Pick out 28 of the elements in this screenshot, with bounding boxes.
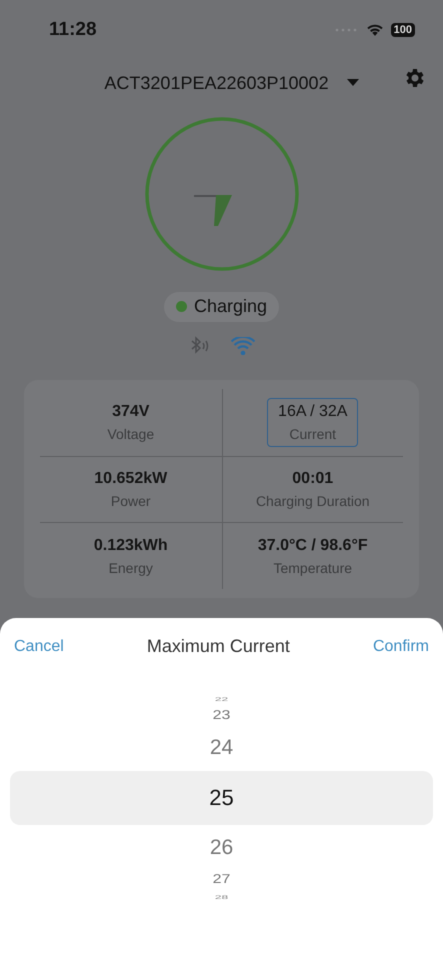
cancel-button[interactable]: Cancel [14, 638, 64, 656]
confirm-button[interactable]: Confirm [372, 638, 429, 656]
stat-value: 10.652kW [94, 470, 168, 488]
picker-option[interactable]: 23 [212, 707, 230, 725]
caret-icon[interactable] [346, 79, 359, 87]
stat-label: Voltage [107, 426, 154, 442]
stat-label: Energy [108, 560, 153, 576]
stat-value: 374V [112, 402, 150, 421]
stat-label: Power [110, 492, 151, 509]
picker-option[interactable]: 27 [212, 871, 230, 889]
stat-value: 0.123kWh [94, 536, 168, 555]
stat-label: Current [289, 426, 336, 442]
sheet-title: Maximum Current [146, 636, 290, 657]
picker-option[interactable]: 24 [210, 727, 234, 769]
stat-label: Charging Duration [256, 492, 370, 509]
current-setting-button[interactable]: 16A / 32A Current [267, 398, 358, 447]
selected-option[interactable]: 25 [10, 771, 433, 825]
picker-option[interactable]: 26 [210, 827, 234, 869]
stat-label: Temperature [273, 560, 352, 576]
stat-value: 16A / 32A [278, 402, 348, 421]
stat-value: 37.0°C / 98.6°F [258, 536, 368, 555]
device-name[interactable]: ACT3201PEA22603P10002 [104, 72, 329, 94]
stat-value: 00:01 [292, 470, 334, 488]
status-text: Charging [194, 296, 268, 317]
status-time: 11:28 [49, 19, 97, 41]
status-dot [176, 301, 187, 312]
wifi-icon [366, 23, 384, 37]
battery-level: 100 [390, 23, 415, 37]
